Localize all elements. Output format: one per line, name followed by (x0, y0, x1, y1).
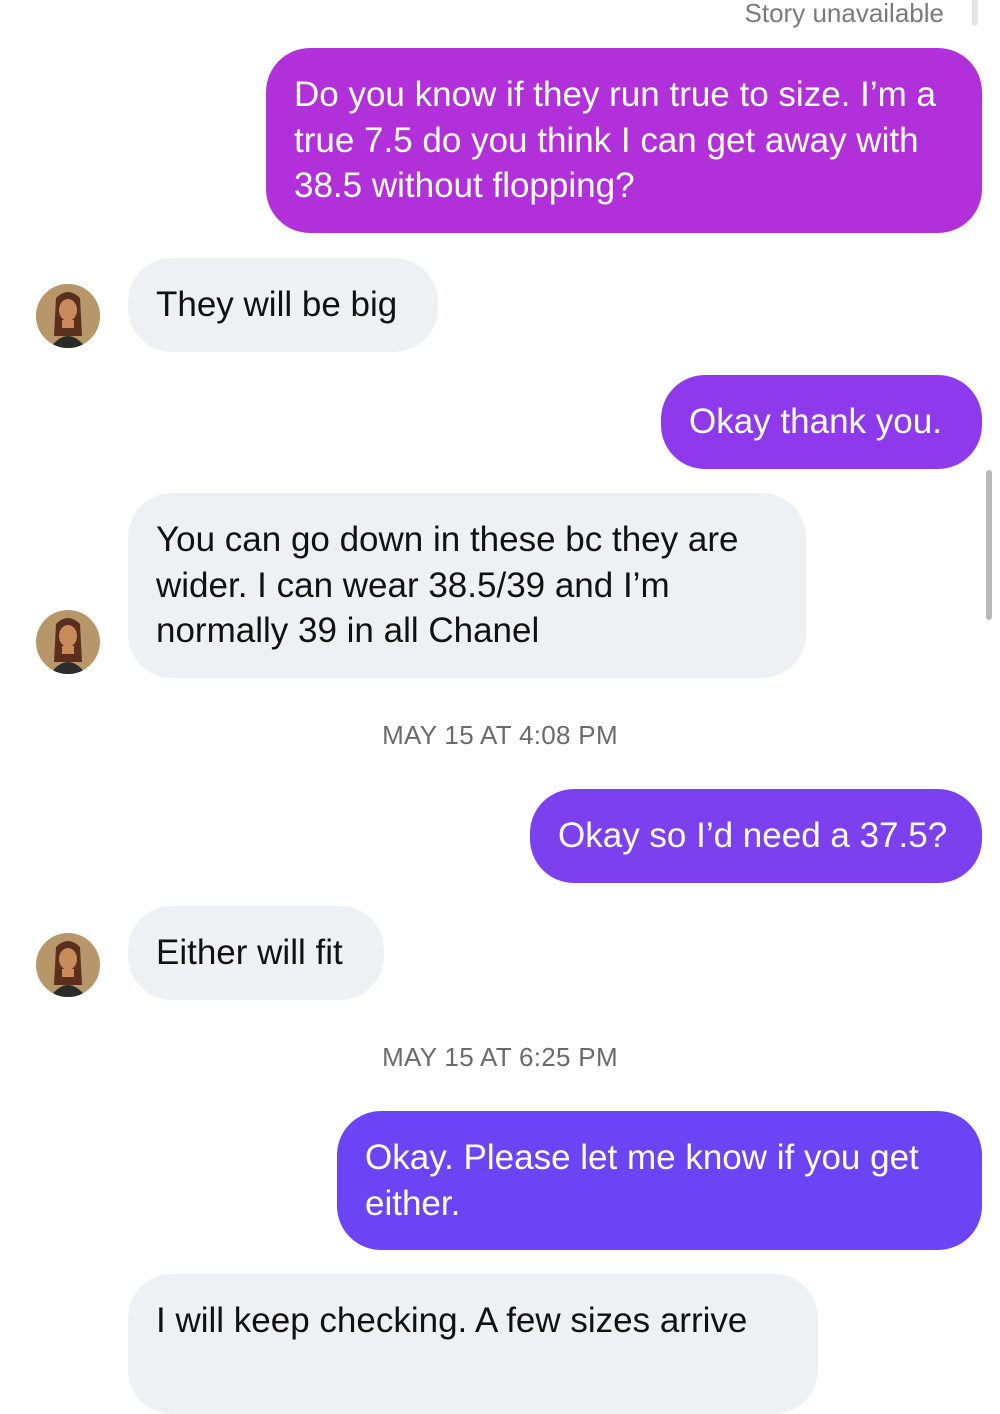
scrollbar[interactable] (986, 470, 992, 620)
incoming-message[interactable]: Either will fit (128, 906, 384, 1000)
profile-avatar-icon (36, 933, 100, 997)
outgoing-message[interactable]: Okay. Please let me know if you get eith… (337, 1111, 982, 1250)
outgoing-message[interactable]: Do you know if they run true to size. I’… (266, 48, 982, 233)
timestamp: MAY 15 AT 4:08 PM (382, 720, 618, 750)
profile-avatar-icon (36, 610, 100, 674)
story-preview-edge (972, 0, 978, 26)
avatar[interactable] (36, 284, 100, 348)
incoming-message[interactable]: I will keep checking. A few sizes arrive (128, 1274, 818, 1414)
incoming-message[interactable]: They will be big (128, 258, 438, 352)
outgoing-message[interactable]: Okay so I’d need a 37.5? (530, 789, 982, 883)
avatar[interactable] (36, 610, 100, 674)
avatar[interactable] (36, 933, 100, 997)
story-unavailable-label: Story unavailable (744, 0, 944, 28)
profile-avatar-icon (36, 284, 100, 348)
incoming-message[interactable]: You can go down in these bc they are wid… (128, 493, 806, 678)
timestamp: MAY 15 AT 6:25 PM (382, 1042, 618, 1072)
outgoing-message[interactable]: Okay thank you. (661, 375, 982, 469)
